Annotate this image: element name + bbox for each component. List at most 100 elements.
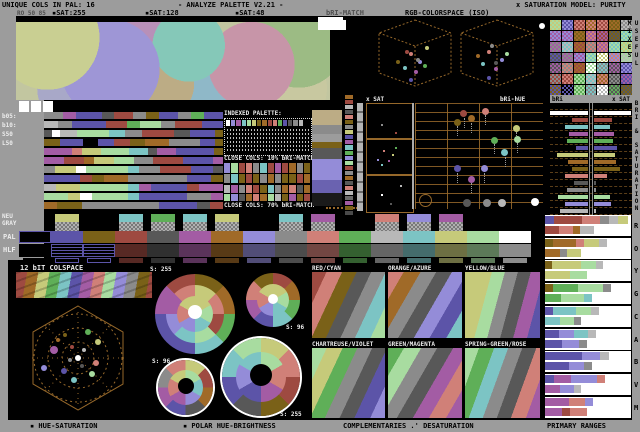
- rgb-dot: [403, 65, 408, 70]
- sample-dot: [394, 146, 397, 149]
- neutral-cap-swatch: [55, 214, 79, 222]
- mini-cell: [345, 145, 353, 150]
- app-screen: UNIQUE COLS IN PAL: 16 - ANALYZE PALETTE…: [0, 0, 640, 432]
- color-segment: [570, 271, 588, 280]
- color-segment: [187, 184, 200, 191]
- dot-stem: [517, 143, 519, 154]
- mini-cell: [345, 195, 353, 200]
- palette-cell: [499, 231, 531, 243]
- gray-checker-swatch: [119, 222, 143, 231]
- mix-swatch: [585, 52, 597, 63]
- color-segment: [214, 130, 223, 137]
- color-segment: [606, 238, 623, 247]
- range-strip: [545, 374, 623, 383]
- color-segment: [210, 202, 223, 209]
- footer-primary-ranges[interactable]: PRIMARY RANGES: [547, 422, 606, 430]
- source-image-preview: [16, 22, 330, 100]
- sat-bar-track: [591, 124, 632, 130]
- neutral-cap-swatch: [375, 214, 399, 222]
- color-segment: [545, 261, 553, 270]
- half-bright-subcell: [439, 258, 463, 263]
- hue-sat-dot: [50, 345, 59, 354]
- color-segment: [128, 148, 148, 155]
- footer-hue-saturation[interactable]: ▪ HUE-SATURATION: [30, 422, 97, 430]
- close-pair-swatch: [260, 185, 267, 193]
- mix-swatch: [561, 85, 573, 95]
- color-segment: [602, 261, 618, 270]
- half-bright-subcell: [55, 258, 79, 263]
- bri-bar: [565, 174, 588, 178]
- close-pair-swatch: [296, 193, 303, 201]
- bri-sat-row: [550, 208, 632, 215]
- palette-cell: [243, 231, 275, 243]
- dot-stem: [471, 183, 473, 194]
- palette-dot: [453, 165, 461, 173]
- primary-range-band: [545, 328, 631, 350]
- color-segment: [609, 352, 628, 361]
- hue-sat-dot: [75, 354, 81, 361]
- sat-option-128[interactable]: ▪SAT:128: [145, 9, 179, 17]
- sat-option-255[interactable]: ▪SAT:255: [52, 9, 86, 17]
- sat-bar: [594, 174, 608, 178]
- color-segment: [592, 294, 616, 303]
- sat-bar-track: [591, 187, 632, 193]
- color-segment: [609, 216, 619, 224]
- color-segment: [55, 184, 80, 191]
- sample-dot: [394, 131, 397, 134]
- dot-stem: [484, 172, 486, 183]
- bri-sat-row: [550, 103, 632, 110]
- palette-swatch: [298, 120, 303, 126]
- footer-polar-hue-brightness[interactable]: ▪ POLAR HUE-BRIGHTNESS: [183, 422, 276, 430]
- bri-bar: [564, 202, 588, 206]
- color-run-row: [44, 175, 223, 182]
- palette-row: [19, 231, 531, 243]
- color-segment: [545, 226, 560, 234]
- xsat-slider[interactable]: [357, 103, 363, 211]
- close-pair-swatch: [289, 193, 296, 201]
- mini-cell: [345, 185, 353, 190]
- comp-panel-greenmagenta: [388, 348, 462, 418]
- color-run-row: [44, 184, 223, 191]
- sat-bar: [594, 132, 614, 136]
- selected-color-swatch[interactable]: [318, 17, 346, 30]
- neutral-cap-swatch: [439, 214, 463, 222]
- color-segment: [553, 284, 579, 293]
- mix-swatch: [621, 63, 632, 74]
- color-segment: [187, 193, 212, 200]
- range-strip: [545, 352, 628, 361]
- color-segment: [44, 184, 56, 191]
- color-segment: [139, 184, 152, 191]
- color-segment: [109, 130, 126, 137]
- color-segment: [161, 121, 175, 128]
- color-segment: [191, 112, 204, 119]
- range-strip: [545, 397, 618, 406]
- color-segment: [57, 121, 72, 128]
- mix-swatch: [550, 20, 561, 30]
- palette-swatch: [257, 120, 262, 126]
- sat-bar-track: [591, 138, 632, 144]
- palette-cell: [339, 231, 371, 243]
- sat-bar-track: [591, 180, 632, 186]
- close-pair-swatch: [267, 163, 274, 173]
- color-segment: [125, 130, 142, 137]
- color-segment: [545, 407, 562, 416]
- s96-label-c: S: 96: [152, 358, 171, 365]
- color-segment: [559, 248, 567, 257]
- sat-option-48[interactable]: ▪SAT:48: [235, 9, 265, 17]
- sat-bar-track: [591, 145, 632, 151]
- palette-dot: [467, 175, 475, 183]
- range-strip: [545, 248, 611, 257]
- hue-sat-dot: [84, 328, 91, 335]
- color-segment: [75, 166, 87, 173]
- saturation-model-toggle[interactable]: x SATURATION MODEL: PURITY: [516, 1, 626, 9]
- color-segment: [566, 248, 582, 257]
- range-strip: [545, 284, 628, 293]
- palette-swatch: [246, 120, 251, 126]
- origin-ring-icon: [419, 194, 432, 207]
- mini-cell: [345, 140, 353, 145]
- color-segment: [147, 148, 158, 155]
- rgb-dot: [404, 49, 409, 54]
- footer-complementaries[interactable]: COMPLEMENTARIES .' DESATURATION: [343, 422, 474, 430]
- color-segment: [44, 139, 60, 146]
- bri-sat-row: [550, 117, 632, 124]
